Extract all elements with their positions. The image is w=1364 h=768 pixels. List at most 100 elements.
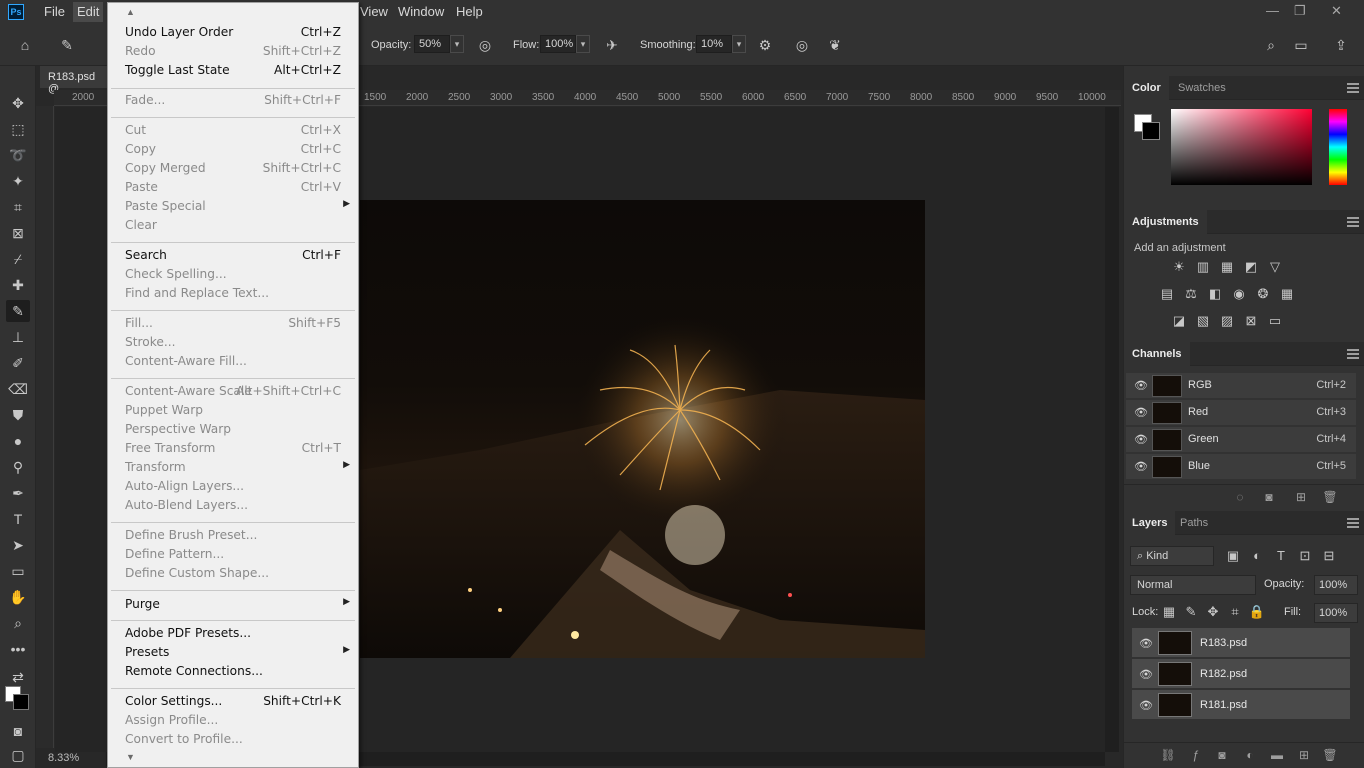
menu-item-convert-to-profile[interactable]: Convert to Profile... [108,730,358,749]
menu-item-cut[interactable]: Cut Ctrl+X [108,121,358,140]
menu-item-copy[interactable]: Copy Ctrl+C [108,140,358,159]
healing-tool-icon[interactable]: ✚ [6,274,30,296]
smoothing-field[interactable]: 10% [696,35,732,53]
pixel-filter-icon[interactable]: ▣ [1224,548,1242,564]
color-field[interactable] [1171,109,1312,185]
marquee-tool-icon[interactable]: ⬚ [6,118,30,140]
color-lookup-icon[interactable]: ▦ [1278,286,1296,302]
visibility-eye-icon[interactable]: 👁 [1134,433,1148,446]
channel-row-red[interactable]: 👁 Red Ctrl+3 [1126,400,1356,426]
smoothing-dropdown-icon[interactable]: ▾ [732,35,746,53]
scroll-down-icon[interactable]: ▼ [126,752,135,762]
visibility-eye-icon[interactable]: 👁 [1139,668,1153,681]
menu-item-content-aware-scale[interactable]: Content-Aware Scale Alt+Shift+Ctrl+C [108,382,358,401]
menu-item-content-aware-fill[interactable]: Content-Aware Fill... [108,352,358,371]
flow-dropdown-icon[interactable]: ▾ [576,35,590,53]
panel-menu-icon[interactable] [1347,83,1359,93]
swap-colors-icon[interactable]: ⇄ [6,666,30,688]
opacity-dropdown-icon[interactable]: ▾ [450,35,464,53]
layer-name[interactable]: R181.psd [1200,699,1247,711]
eyedropper-tool-icon[interactable]: ⌿ [6,248,30,270]
visibility-eye-icon[interactable]: 👁 [1134,460,1148,473]
delete-icon[interactable]: 🗑 [1322,489,1338,505]
layer-row-r181[interactable]: 👁 R181.psd [1132,690,1350,720]
zoom-level[interactable]: 8.33% [48,752,79,764]
hand-tool-icon[interactable]: ✋ [6,586,30,608]
brush-preset-icon[interactable]: ✎ [58,36,76,54]
symmetry-icon[interactable]: ❦ [826,36,844,54]
menu-item-toggle-last-state[interactable]: Toggle Last State Alt+Ctrl+Z [108,61,358,80]
add-mask-icon[interactable]: ◙ [1214,747,1230,763]
workspace-icon[interactable]: ▭ [1292,36,1310,54]
history-brush-tool-icon[interactable]: ✐ [6,352,30,374]
lock-all-icon[interactable]: 🔒 [1248,604,1266,620]
stamp-tool-icon[interactable]: ⊥ [6,326,30,348]
selective-color-icon[interactable]: ⊠ [1242,313,1260,329]
menu-item-color-settings[interactable]: Color Settings... Shift+Ctrl+K [108,692,358,711]
zoom-tool-icon[interactable]: ⌕ [6,612,30,634]
link-layers-icon[interactable]: ⛓ [1160,747,1176,763]
tab-adjustments[interactable]: Adjustments [1124,210,1207,234]
shape-filter-icon[interactable]: ⊡ [1296,548,1314,564]
menu-item-remote-connections[interactable]: Remote Connections... [108,662,358,681]
layer-name[interactable]: R183.psd [1200,637,1247,649]
brush-tool-icon[interactable]: ✎ [6,300,30,322]
exposure-icon[interactable]: ◩ [1242,259,1260,275]
pen-tool-icon[interactable]: ✒ [6,482,30,504]
delete-icon[interactable]: 🗑 [1322,747,1338,763]
menu-item-copy-merged[interactable]: Copy Merged Shift+Ctrl+C [108,159,358,178]
tab-color[interactable]: Color [1124,76,1169,100]
menu-window[interactable]: Window [398,4,444,19]
panel-menu-icon[interactable] [1347,518,1359,528]
menu-item-purge[interactable]: Purge ▶ [108,595,358,614]
background-color-swatch[interactable] [13,694,29,710]
lock-position-icon[interactable]: ✥ [1204,604,1222,620]
rectangle-tool-icon[interactable]: ▭ [6,560,30,582]
menu-item-puppet-warp[interactable]: Puppet Warp [108,401,358,420]
dodge-tool-icon[interactable]: ⚲ [6,456,30,478]
channel-row-green[interactable]: 👁 Green Ctrl+4 [1126,427,1356,453]
move-tool-icon[interactable]: ✥ [6,92,30,114]
frame-tool-icon[interactable]: ⊠ [6,222,30,244]
minimize-icon[interactable]: — [1266,3,1279,18]
adjustment-filter-icon[interactable]: ◐ [1248,548,1266,564]
eraser-tool-icon[interactable]: ⌫ [6,378,30,400]
menu-item-define-custom-shape[interactable]: Define Custom Shape... [108,564,358,583]
fill-field[interactable]: 100% [1314,603,1358,623]
menu-item-search[interactable]: Search Ctrl+F [108,246,358,265]
lock-artboard-icon[interactable]: ⌗ [1226,604,1244,620]
gradient-map-icon[interactable]: ▭ [1266,313,1284,329]
panel-menu-icon[interactable] [1347,217,1359,227]
hue-saturation-icon[interactable]: ▤ [1158,286,1176,302]
fireworks-photo[interactable] [360,200,925,658]
flow-field[interactable]: 100% [540,35,576,53]
menu-view[interactable]: View [360,4,388,19]
close-icon[interactable]: ✕ [1331,3,1342,19]
menu-item-auto-align-layers[interactable]: Auto-Align Layers... [108,477,358,496]
scroll-up-icon[interactable]: ▲ [126,7,135,17]
paint-bucket-tool-icon[interactable]: ⛊ [6,404,30,426]
tab-paths[interactable]: Paths [1172,511,1216,535]
type-filter-icon[interactable]: T [1272,548,1290,564]
menu-item-redo[interactable]: Redo Shift+Ctrl+Z [108,42,358,61]
vibrance-icon[interactable]: ▽ [1266,259,1284,275]
color-bg-swatch[interactable] [1142,122,1160,140]
levels-icon[interactable]: ▥ [1194,259,1212,275]
menu-item-define-pattern[interactable]: Define Pattern... [108,545,358,564]
visibility-eye-icon[interactable]: 👁 [1134,406,1148,419]
pressure-size-icon[interactable]: ◎ [793,36,811,54]
menu-item-fill[interactable]: Fill... Shift+F5 [108,314,358,333]
hue-slider[interactable] [1329,109,1347,185]
blur-tool-icon[interactable]: ● [6,430,30,452]
menu-item-check-spelling[interactable]: Check Spelling... [108,265,358,284]
crop-tool-icon[interactable]: ⌗ [6,196,30,218]
visibility-eye-icon[interactable]: 👁 [1134,379,1148,392]
menu-item-presets[interactable]: Presets ▶ [108,643,358,662]
smart-object-filter-icon[interactable]: ⊟ [1320,548,1338,564]
new-layer-icon[interactable]: ⊞ [1296,747,1312,763]
new-channel-icon[interactable]: ⊞ [1293,489,1309,505]
lasso-tool-icon[interactable]: ➰ [6,144,30,166]
layer-row-r182[interactable]: 👁 R182.psd [1132,659,1350,689]
menu-item-assign-profile[interactable]: Assign Profile... [108,711,358,730]
tab-channels[interactable]: Channels [1124,342,1190,366]
